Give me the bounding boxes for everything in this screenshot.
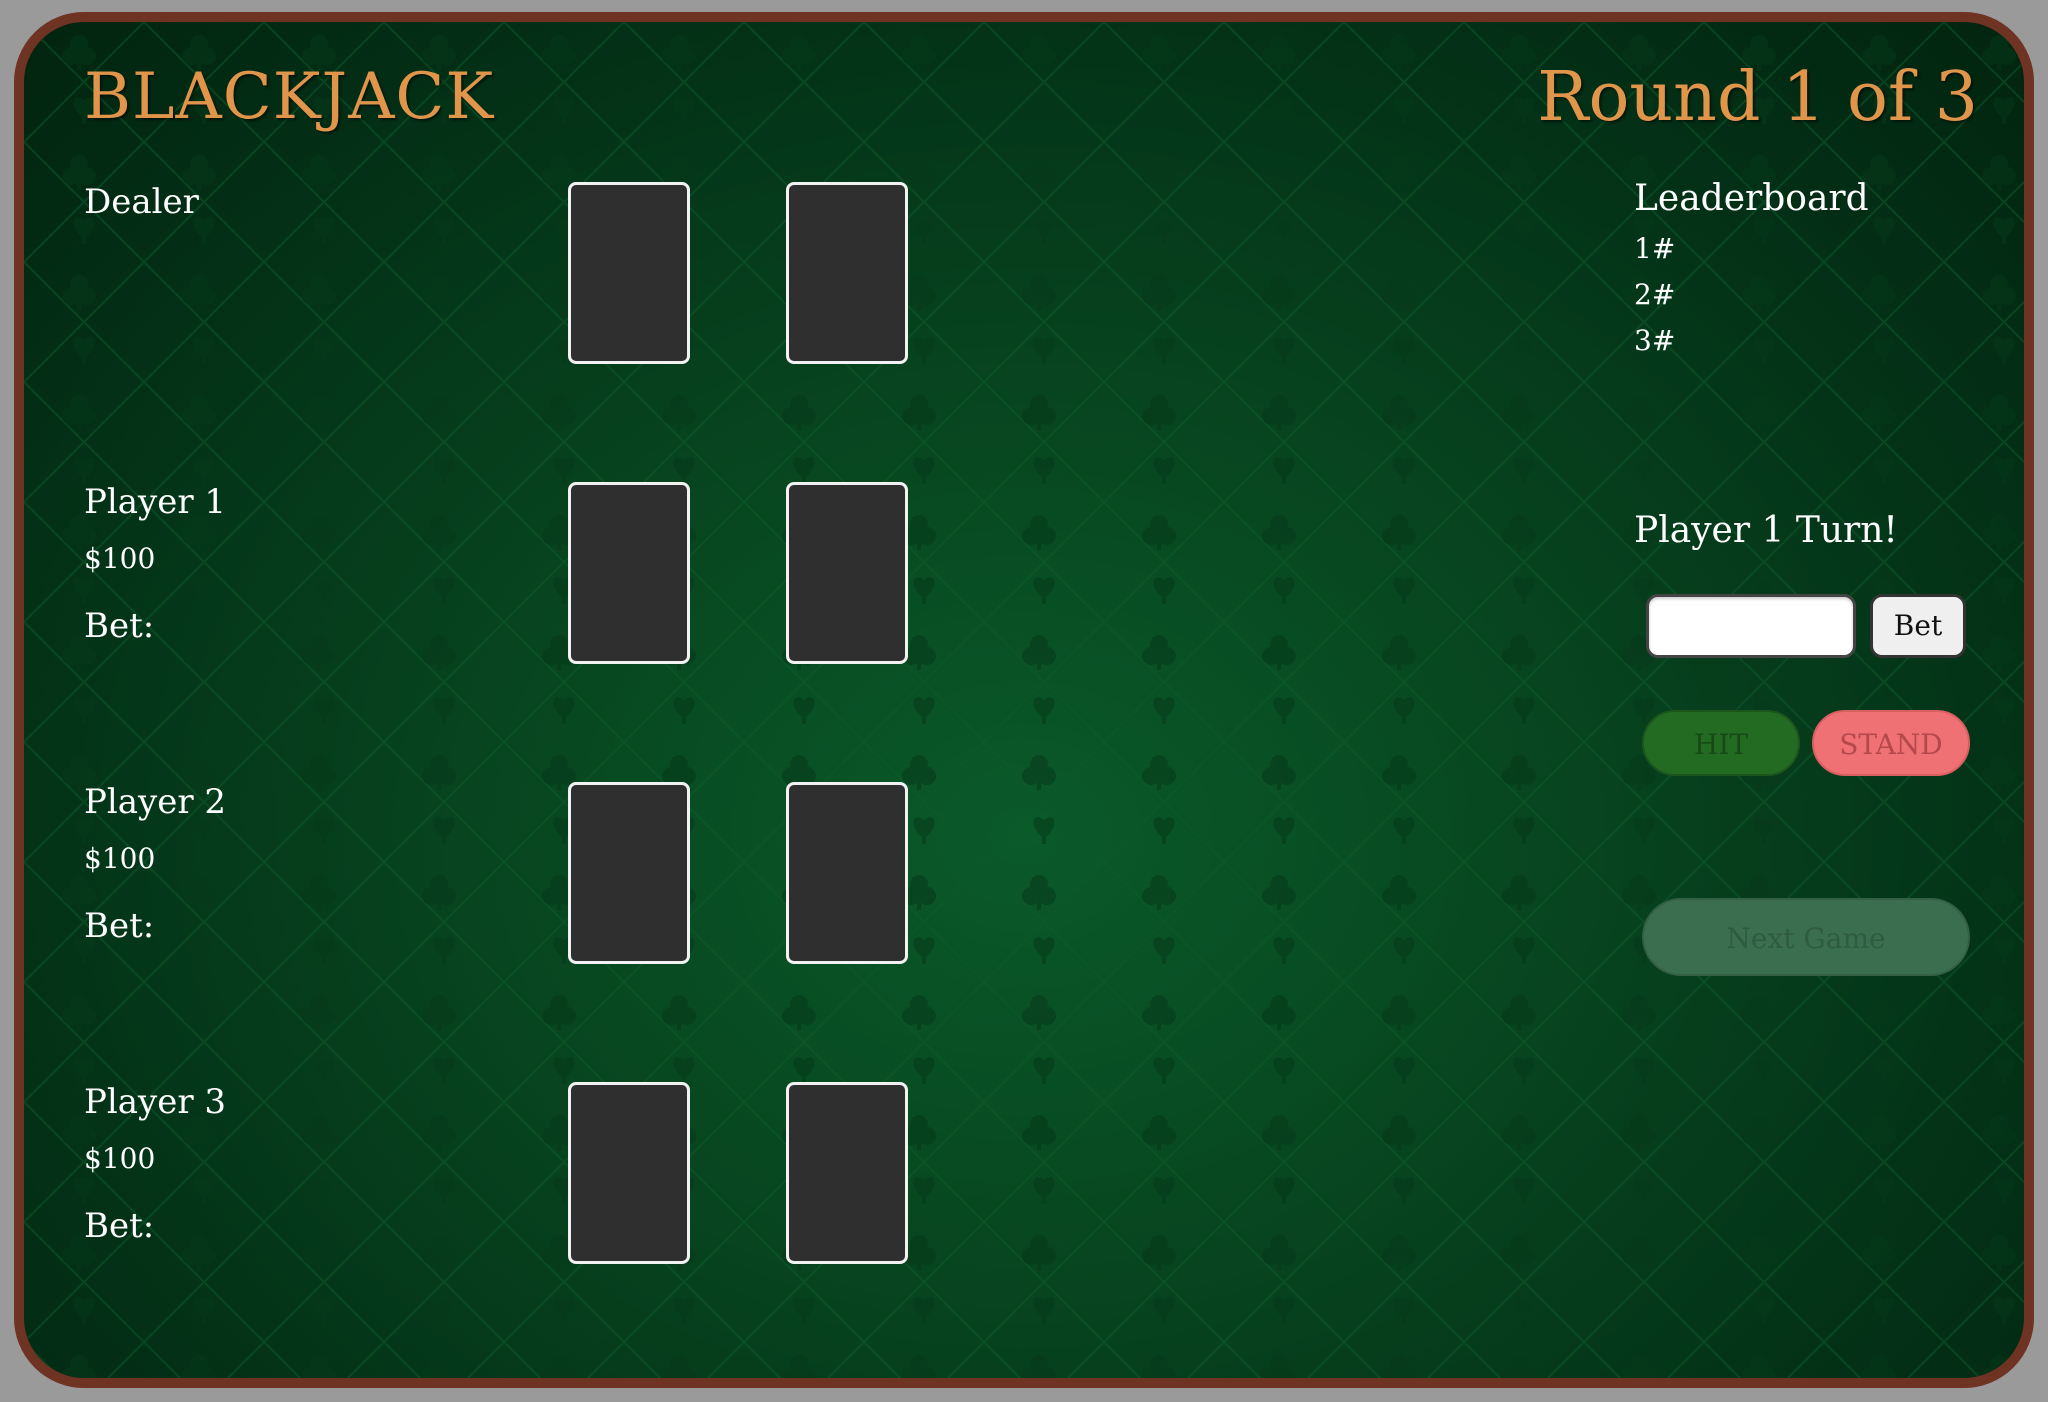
player-2-card-2 [786,782,908,964]
bet-button[interactable]: Bet [1870,594,1966,658]
player-3-bet-label: Bet: [84,1206,155,1246]
player-2-money: $100 [84,842,156,875]
suit-pattern-background [24,22,2024,1378]
player-3-money: $100 [84,1142,156,1175]
player-2-card-1 [568,782,690,964]
round-indicator: Round 1 of 3 [1537,58,1978,137]
dealer-card-2 [786,182,908,364]
next-game-button[interactable]: Next Game [1642,898,1970,976]
player-1-bet-label: Bet: [84,606,155,646]
player-1-card-2 [786,482,908,664]
dealer-card-1 [568,182,690,364]
hit-button[interactable]: HIT [1642,710,1800,776]
bet-amount-input[interactable] [1646,594,1856,658]
player-3-card-1 [568,1082,690,1264]
stand-button[interactable]: STAND [1812,710,1970,776]
leaderboard-row-3: 3# [1634,324,1676,357]
player-1-money: $100 [84,542,156,575]
game-title: BLACKJACK [84,60,495,134]
player-2-bet-label: Bet: [84,906,155,946]
leaderboard-row-2: 2# [1634,278,1676,311]
player-3-name: Player 3 [84,1082,227,1122]
player-3-card-2 [786,1082,908,1264]
player-1-card-1 [568,482,690,664]
player-1-name: Player 1 [84,482,227,522]
leaderboard-row-1: 1# [1634,232,1676,265]
turn-indicator: Player 1 Turn! [1634,510,1898,551]
dealer-label: Dealer [84,182,199,222]
player-2-name: Player 2 [84,782,227,822]
blackjack-table: BLACKJACK Round 1 of 3 Dealer Player 1 $… [14,12,2034,1388]
leaderboard-title: Leaderboard [1634,178,1869,219]
